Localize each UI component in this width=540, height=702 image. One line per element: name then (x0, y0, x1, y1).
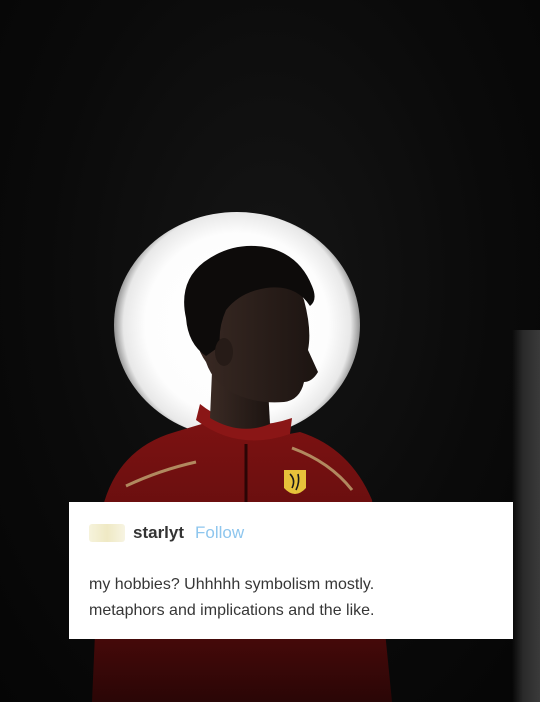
post-body-line: my hobbies? Uhhhhh symbolism mostly. (89, 576, 375, 593)
tumblr-post-card: starlyt Follow my hobbies? Uhhhhh symbol… (69, 502, 513, 639)
ear (215, 338, 233, 366)
follow-button[interactable]: Follow (195, 523, 244, 543)
team-badge (284, 470, 306, 494)
background-edge-light (512, 330, 540, 702)
post-body-line: metaphors and implications and the like. (89, 602, 375, 619)
post-body: my hobbies? Uhhhhh symbolism mostly. met… (89, 572, 501, 624)
post-header: starlyt Follow (89, 522, 244, 544)
user-avatar[interactable] (89, 524, 125, 542)
post-username[interactable]: starlyt (133, 523, 184, 543)
